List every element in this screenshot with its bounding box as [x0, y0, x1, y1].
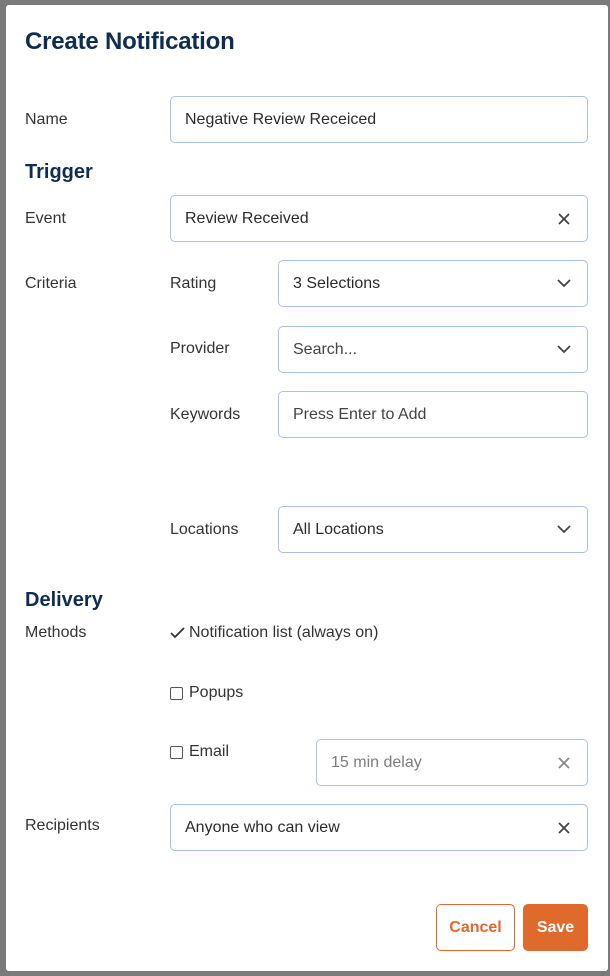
popups-checkbox[interactable] [170, 686, 183, 700]
provider-label: Provider [170, 340, 230, 357]
clear-delay-icon[interactable] [555, 754, 573, 772]
notification-list-label: Notification list (always on) [189, 624, 379, 641]
event-value: Review Received [185, 209, 309, 227]
recipients-value: Anyone who can view [185, 818, 340, 836]
keywords-input[interactable]: Press Enter to Add [278, 391, 588, 438]
rating-value: 3 Selections [293, 274, 381, 292]
email-option[interactable]: Email [170, 743, 229, 761]
keywords-label: Keywords [170, 406, 241, 423]
chevron-down-icon [555, 341, 573, 359]
email-delay-value: 15 min delay [331, 753, 422, 771]
create-notification-dialog: Create Notification Name Negative Review… [6, 5, 608, 971]
dialog-title: Create Notification [25, 28, 235, 55]
provider-placeholder: Search... [293, 340, 358, 358]
rating-select[interactable]: 3 Selections [278, 260, 588, 307]
name-label: Name [25, 111, 68, 128]
recipients-label: Recipients [25, 817, 100, 834]
popups-option[interactable]: Popups [170, 684, 243, 702]
name-input-value: Negative Review Receiced [185, 110, 377, 128]
popups-label: Popups [189, 684, 244, 701]
checkmark-icon [170, 627, 185, 639]
keywords-placeholder: Press Enter to Add [293, 405, 427, 423]
clear-recipients-icon[interactable] [555, 819, 573, 837]
clear-event-icon[interactable] [555, 210, 573, 228]
event-select[interactable]: Review Received [170, 195, 588, 242]
save-button[interactable]: Save [523, 904, 588, 951]
locations-label: Locations [170, 521, 239, 538]
notification-list-option: Notification list (always on) [170, 624, 378, 642]
provider-select[interactable]: Search... [278, 326, 588, 373]
cancel-button[interactable]: Cancel [436, 904, 515, 951]
delivery-heading: Delivery [25, 589, 103, 611]
rating-label: Rating [170, 275, 217, 292]
criteria-label: Criteria [25, 275, 77, 292]
methods-label: Methods [25, 624, 87, 641]
trigger-heading: Trigger [25, 161, 93, 183]
locations-select[interactable]: All Locations [278, 506, 588, 553]
email-delay-select[interactable]: 15 min delay [316, 739, 588, 786]
name-input[interactable]: Negative Review Receiced [170, 96, 588, 143]
email-checkbox[interactable] [170, 745, 183, 759]
email-label: Email [189, 743, 230, 760]
chevron-down-icon [555, 275, 573, 293]
event-label: Event [25, 210, 66, 227]
locations-value: All Locations [293, 520, 384, 538]
recipients-select[interactable]: Anyone who can view [170, 804, 588, 851]
chevron-down-icon [555, 521, 573, 539]
